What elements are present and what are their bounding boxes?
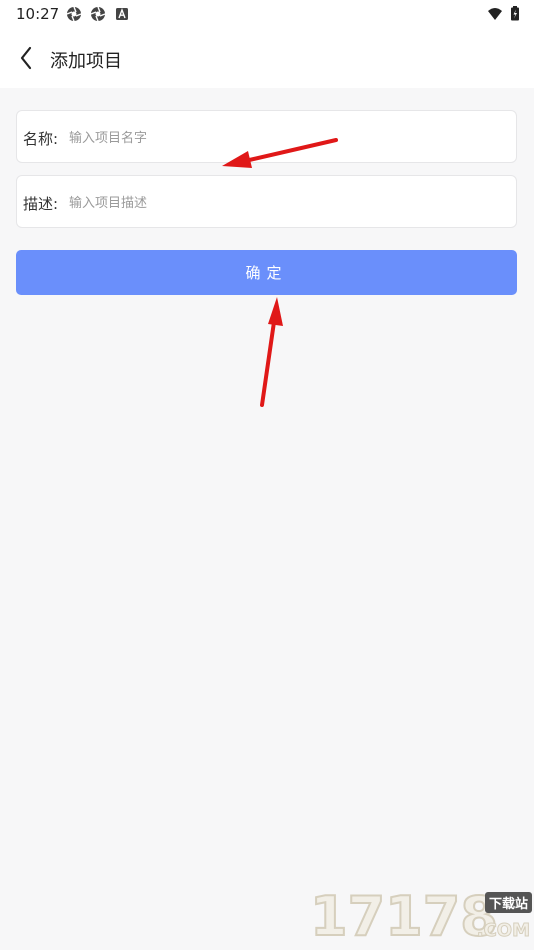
wifi-icon [488,7,502,20]
aperture-icon [90,6,106,22]
chevron-left-icon [20,46,32,70]
site-watermark: 17178 下载站 .COM [309,885,532,949]
watermark-tag: 下载站 [484,892,532,913]
name-label: 名称: [23,130,59,148]
watermark-domain: .COM [476,920,530,942]
arrow-to-confirm-button [260,297,283,407]
status-system-icons [486,5,520,22]
name-input[interactable] [67,123,501,153]
app-header: 添加项目 [0,28,534,88]
a-box-icon [116,8,128,20]
page-title: 添加项目 [50,51,122,72]
description-input[interactable] [67,188,501,218]
watermark-digits: 17178 [309,885,499,949]
battery-icon [511,6,519,21]
confirm-button[interactable]: 确定 [16,250,517,295]
name-field: 名称: [16,110,517,163]
status-bar: 10:27 [0,0,534,28]
status-time: 10:27 [16,5,60,23]
back-button[interactable] [14,44,40,72]
description-field: 描述: [16,175,517,228]
status-notification-icons [66,6,130,22]
aperture-icon [66,6,82,22]
description-label: 描述: [23,195,59,213]
